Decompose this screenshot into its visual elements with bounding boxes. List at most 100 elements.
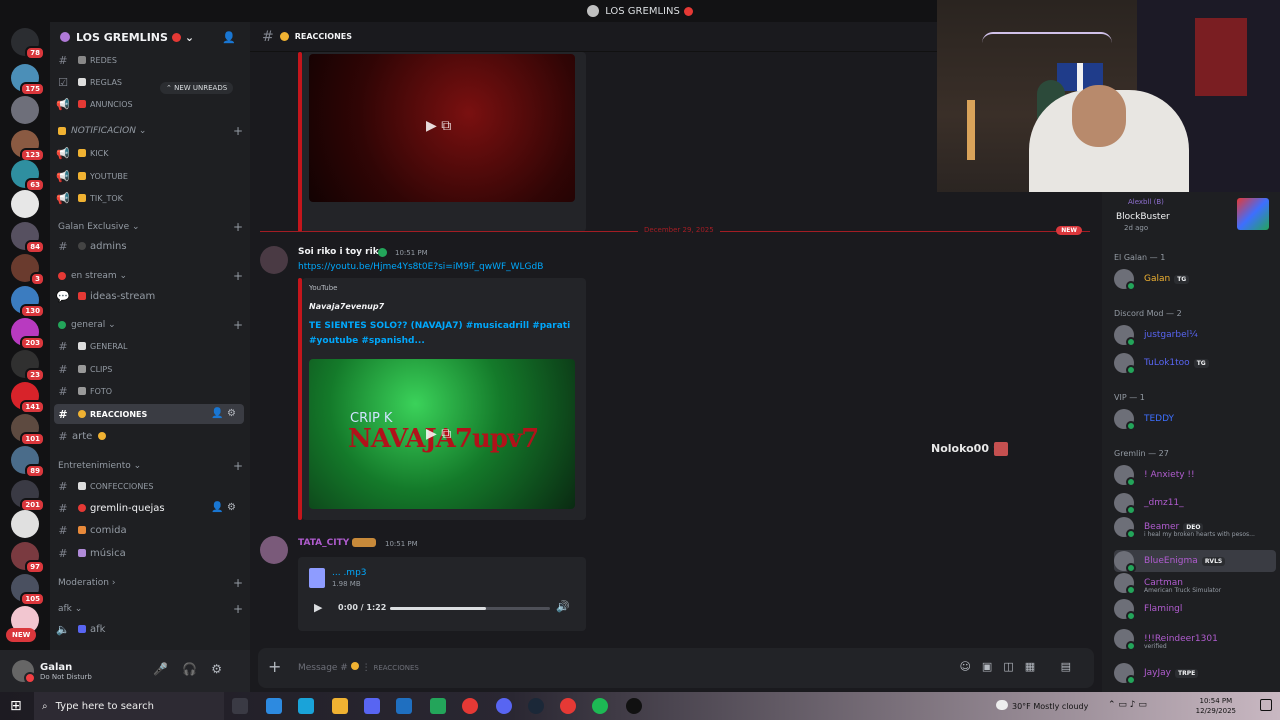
add-channel-icon[interactable]: + bbox=[233, 576, 243, 590]
message-author[interactable]: TATA_CITY bbox=[298, 538, 349, 548]
settings-gear-icon[interactable]: 👤 ⚙ bbox=[211, 502, 236, 513]
obs-icon[interactable] bbox=[560, 698, 576, 714]
member-item[interactable]: _dmz11_ bbox=[1114, 492, 1276, 515]
tray-icons[interactable]: ⌃ ▭ ♪ ▭ bbox=[1108, 700, 1147, 710]
add-channel-icon[interactable]: + bbox=[233, 124, 243, 138]
channel-confesiones[interactable]: # CONFECCIONES bbox=[54, 476, 244, 496]
play-button[interactable]: ▶ bbox=[314, 601, 322, 614]
server-icon[interactable]: 84 bbox=[11, 222, 45, 254]
add-channel-icon[interactable]: + bbox=[233, 220, 243, 234]
message-author[interactable]: Soi riko i toy riko bbox=[298, 247, 385, 257]
server-icon[interactable]: 203 bbox=[11, 318, 45, 350]
member-item[interactable]: Cartman American Truck Simulator bbox=[1114, 572, 1276, 595]
server-header[interactable]: LOS GREMLINS ⌄ 👤 bbox=[50, 22, 250, 52]
message-input[interactable]: Message # ⋮ REACCIONES bbox=[298, 662, 419, 673]
server-icon[interactable]: 105 bbox=[11, 574, 45, 606]
server-icon[interactable] bbox=[11, 510, 39, 538]
member-item[interactable]: JayJay TRPE bbox=[1114, 662, 1276, 685]
add-channel-icon[interactable]: + bbox=[233, 269, 243, 283]
member-item[interactable]: TuLok1too TG bbox=[1114, 352, 1276, 375]
embed-title[interactable]: TE SIENTES SOLO?? (NAVAJA7) #musicadrill… bbox=[309, 319, 575, 349]
category-moderation[interactable]: Moderation › + bbox=[58, 576, 243, 590]
settings-gear-icon[interactable]: 👤 ⚙ bbox=[211, 408, 236, 419]
avatar[interactable] bbox=[260, 536, 288, 564]
category-afk[interactable]: afk ⌄ + bbox=[58, 602, 243, 616]
member-item[interactable]: TEDDY bbox=[1114, 408, 1276, 431]
server-icon[interactable] bbox=[11, 96, 39, 124]
channel-musica[interactable]: # música bbox=[54, 543, 244, 563]
notification-icon[interactable] bbox=[1260, 699, 1272, 711]
copilot-icon[interactable] bbox=[266, 698, 282, 714]
member-item[interactable]: !!!Reindeer1301 verified bbox=[1114, 628, 1276, 651]
channel-redes[interactable]: # REDES bbox=[54, 50, 244, 70]
server-icon[interactable]: 3 bbox=[11, 254, 45, 286]
category-en-stream[interactable]: en stream ⌄ + bbox=[58, 269, 243, 283]
server-icon[interactable]: 63 bbox=[11, 160, 45, 192]
member-item[interactable]: ! Anxiety !! bbox=[1114, 464, 1276, 487]
edge-icon[interactable] bbox=[298, 698, 314, 714]
channel-kick[interactable]: 📢 KICK bbox=[54, 143, 244, 163]
windows-start-icon[interactable]: ⊞ bbox=[10, 699, 24, 713]
category-general[interactable]: general ⌄ + bbox=[58, 318, 243, 332]
embed-author[interactable]: Navaja7evenup7 bbox=[309, 302, 384, 311]
steam-icon[interactable] bbox=[528, 698, 544, 714]
file-name[interactable]: ... .mp3 bbox=[332, 568, 367, 578]
channel-arte[interactable]: # arte bbox=[54, 426, 244, 446]
channel-admins[interactable]: # admins bbox=[54, 236, 244, 256]
member-item[interactable]: Beamer DEO i heal my broken hearts with pe… bbox=[1114, 516, 1276, 539]
server-icon[interactable]: 175 bbox=[11, 64, 45, 96]
server-icon[interactable]: 201 bbox=[11, 480, 45, 512]
server-icon[interactable]: 101 bbox=[11, 414, 45, 446]
add-channel-icon[interactable]: + bbox=[233, 602, 243, 616]
member-item[interactable]: BlueEnigma RVLS bbox=[1114, 550, 1276, 573]
category-entretenimiento[interactable]: Entretenimiento ⌄ + bbox=[58, 459, 243, 473]
add-channel-icon[interactable]: + bbox=[233, 459, 243, 473]
server-icon[interactable]: 97 bbox=[11, 542, 45, 574]
server-icon[interactable] bbox=[11, 190, 39, 218]
audio-progress-track[interactable] bbox=[390, 607, 550, 610]
home-discord-icon[interactable]: 78 bbox=[11, 28, 45, 60]
channel-afk-voice[interactable]: 🔈 afk bbox=[54, 619, 244, 639]
taskbar-search[interactable]: ⌕ Type here to search bbox=[34, 692, 224, 720]
task-view-icon[interactable] bbox=[232, 698, 248, 714]
activity-card[interactable]: Alexbll (B) BlockBuster 2d ago bbox=[1102, 192, 1280, 242]
channel-foto[interactable]: # FOTO bbox=[54, 381, 244, 401]
server-icon[interactable]: 141 bbox=[11, 382, 45, 414]
channel-general[interactable]: # GENERAL bbox=[54, 336, 244, 356]
channel-clips[interactable]: # CLIPS bbox=[54, 359, 244, 379]
xbox-icon[interactable] bbox=[430, 698, 446, 714]
new-pill[interactable]: NEW bbox=[6, 628, 37, 642]
message-link[interactable]: https://youtu.be/Hjme4Ys8t0E?si=iM9if_qw… bbox=[298, 262, 543, 272]
play-icon[interactable]: ▶ ⧉ bbox=[426, 118, 451, 134]
app-icon[interactable] bbox=[626, 698, 642, 714]
member-item[interactable]: Flamingl bbox=[1114, 598, 1276, 621]
server-icon[interactable]: 23 bbox=[11, 350, 45, 382]
mic-headset-settings-icons[interactable]: 🎤🎧⚙ bbox=[153, 662, 236, 676]
user-info[interactable]: Galan Do Not Disturb bbox=[34, 662, 92, 681]
volume-icon[interactable]: 🔊 bbox=[556, 600, 570, 613]
channel-tiktok[interactable]: 📢 TIK_TOK bbox=[54, 188, 244, 208]
channel-reacciones[interactable]: # REACCIONES 👤 ⚙ bbox=[54, 404, 244, 424]
play-icon[interactable]: ▶ ⧉ bbox=[426, 426, 451, 442]
avatar[interactable] bbox=[260, 246, 288, 274]
server-icon[interactable]: 123 bbox=[11, 130, 45, 162]
store-icon[interactable] bbox=[364, 698, 380, 714]
server-icon[interactable]: 130 bbox=[11, 286, 45, 318]
mail-icon[interactable] bbox=[396, 698, 412, 714]
member-item[interactable]: Galan TG bbox=[1114, 268, 1276, 291]
file-explorer-icon[interactable] bbox=[332, 698, 348, 714]
channel-anuncios[interactable]: 📢 ANUNCIOS bbox=[54, 94, 244, 114]
spotify-icon[interactable] bbox=[592, 698, 608, 714]
channel-comida[interactable]: # comida bbox=[54, 520, 244, 540]
category-galan-exclusive[interactable]: Galan Exclusive ⌄ + bbox=[58, 220, 243, 234]
avatar[interactable] bbox=[12, 660, 36, 684]
add-channel-icon[interactable]: + bbox=[233, 318, 243, 332]
category-notificacion[interactable]: NOTIFICACION ⌄ + bbox=[58, 124, 243, 138]
channel-gremlin-quejas[interactable]: # gremlin-quejas 👤 ⚙ bbox=[54, 498, 244, 518]
add-attachment-icon[interactable]: + bbox=[268, 657, 281, 676]
server-icon[interactable]: 89 bbox=[11, 446, 45, 478]
channel-reglas[interactable]: ☑ REGLAS bbox=[54, 72, 244, 92]
member-item[interactable]: justgarbel¼ bbox=[1114, 324, 1276, 347]
add-member-icon[interactable]: 👤 bbox=[222, 31, 236, 44]
composer-actions-icons[interactable]: ☺▣◫▦ ▤ bbox=[959, 660, 1082, 673]
